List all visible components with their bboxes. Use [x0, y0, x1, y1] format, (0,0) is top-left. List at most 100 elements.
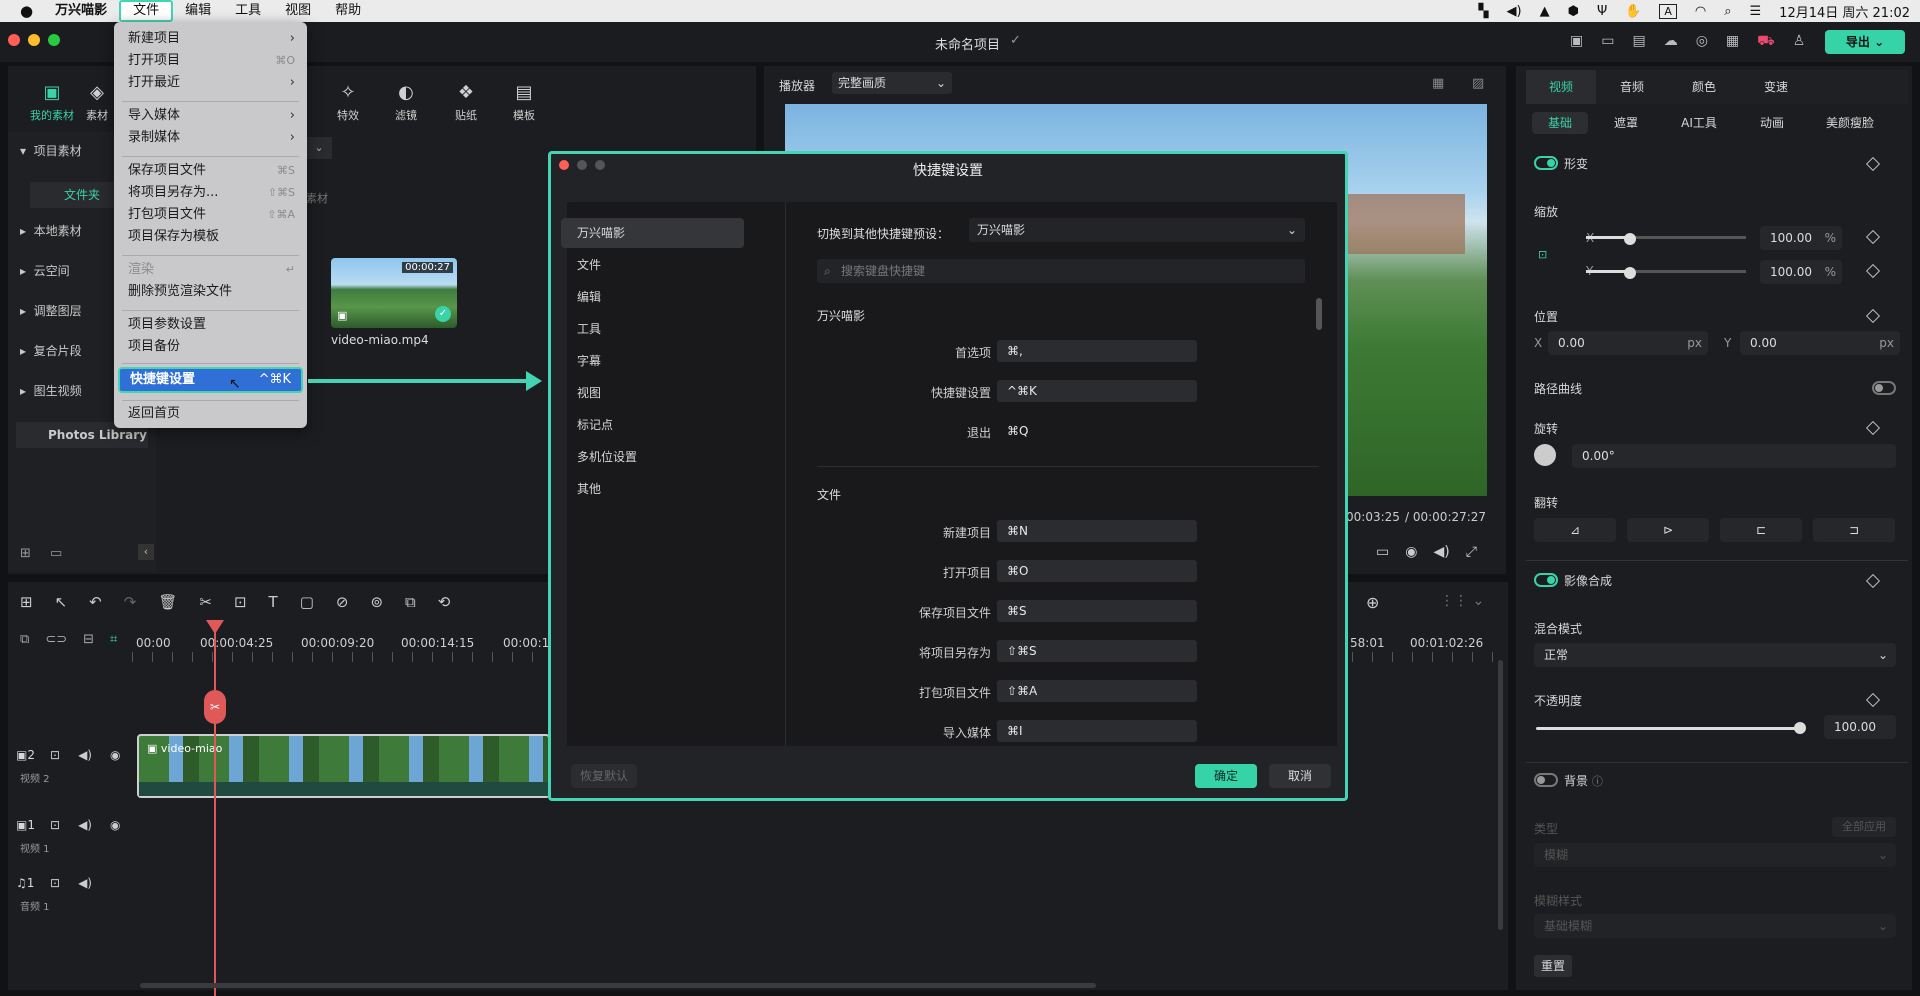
sidebar-compound[interactable]: ▸ 复合片段: [20, 342, 82, 359]
close-window-button[interactable]: [8, 34, 20, 46]
nav-file[interactable]: 文件: [561, 250, 744, 280]
apply-all-button[interactable]: 全部应用: [1832, 817, 1896, 837]
nav-tools[interactable]: 工具: [561, 314, 744, 344]
subtab-animation[interactable]: 动画: [1744, 112, 1800, 134]
eye-icon[interactable]: ◉: [110, 748, 120, 762]
menu-item-new-project[interactable]: 新建项目 ›: [128, 29, 295, 49]
background-toggle[interactable]: [1534, 773, 1558, 787]
restore-default-button[interactable]: 恢复默认: [571, 764, 637, 788]
sidebar-img2video[interactable]: ▸ 图生视频: [20, 382, 82, 399]
scale-y-field[interactable]: 100.00%: [1760, 260, 1842, 284]
export-button[interactable]: 导出 ⌄: [1825, 30, 1905, 54]
flip-horizontal-icon[interactable]: ⊿: [1534, 518, 1616, 542]
tools-icon[interactable]: Ψ: [1597, 4, 1607, 19]
mask-icon[interactable]: ⧉: [405, 593, 416, 611]
display-icon[interactable]: ▭: [1376, 544, 1389, 560]
tool-templates[interactable]: ▤ 模板: [498, 82, 550, 123]
scale-x-knob[interactable]: [1624, 233, 1636, 245]
add-track-icon[interactable]: ⧉: [20, 632, 29, 647]
nav-multicam[interactable]: 多机位设置: [561, 442, 744, 472]
tab-video[interactable]: 视频: [1526, 70, 1596, 104]
vpn-icon[interactable]: ⬢: [1568, 4, 1579, 19]
track-settings-icon[interactable]: ⋮⋮ ⌄: [1440, 593, 1484, 609]
subtab-ai-tools[interactable]: AI工具: [1664, 112, 1734, 134]
menu-item-save-as[interactable]: 将项目另存为... ⇧⌘S: [128, 183, 295, 203]
opacity-field[interactable]: 100.00: [1824, 715, 1896, 739]
opacity-knob[interactable]: [1794, 722, 1806, 734]
menu-item-render[interactable]: 渲染 ↵: [128, 260, 295, 280]
minimize-window-button[interactable]: [28, 34, 40, 46]
split-icon[interactable]: ✂: [199, 593, 212, 611]
layout-icon[interactable]: ⊞: [20, 593, 33, 611]
menu-item-home[interactable]: 返回首页: [128, 404, 295, 424]
lock-icon[interactable]: ⊡: [1538, 248, 1547, 261]
type-dropdown[interactable]: 模糊 ⌄: [1534, 843, 1896, 867]
help-icon[interactable]: ⓘ: [1592, 775, 1603, 788]
cart-icon[interactable]: ⛟: [1757, 33, 1775, 51]
lock-icon[interactable]: ⊡: [50, 818, 60, 832]
menu-view[interactable]: 视图: [273, 0, 323, 22]
crop-icon[interactable]: ⊡: [234, 593, 247, 611]
subtab-beauty[interactable]: 美颜瘦脸: [1810, 112, 1890, 134]
scale-y-knob[interactable]: [1624, 267, 1636, 279]
delete-icon[interactable]: 🗑: [158, 593, 177, 611]
sidebar-adjust-layer[interactable]: ▸ 调整图层: [20, 302, 82, 319]
tool-stock[interactable]: ◈ 素材: [82, 82, 112, 123]
redo-icon[interactable]: ↷: [124, 593, 137, 611]
player-quality-dropdown[interactable]: 完整画质 ⌄: [832, 72, 952, 94]
menu-item-pack-project[interactable]: 打包项目文件 ⇧⌘A: [128, 205, 295, 225]
cancel-button[interactable]: 取消: [1269, 764, 1331, 788]
new-folder-icon[interactable]: ⊞: [20, 546, 31, 561]
grid-icon[interactable]: ▦: [1726, 33, 1739, 51]
subtab-mask[interactable]: 遮罩: [1598, 112, 1654, 134]
menu-item-project-backup[interactable]: 项目备份: [128, 337, 295, 357]
shortcut-field[interactable]: ^⌘K: [997, 380, 1197, 402]
menu-help[interactable]: 帮助: [323, 0, 373, 22]
media-clip-thumbnail[interactable]: 00:00:27 ✓ ▣: [331, 258, 457, 328]
mute-icon[interactable]: ◀): [78, 748, 92, 762]
account-icon[interactable]: ♙: [1793, 33, 1806, 51]
ok-button[interactable]: 确定: [1195, 764, 1257, 788]
tool-my-media[interactable]: ▣ 我的素材: [26, 82, 78, 123]
rotate-right-icon[interactable]: ⊐: [1813, 518, 1895, 542]
preset-dropdown[interactable]: 万兴喵影 ⌄: [969, 218, 1305, 242]
sidebar-project-media[interactable]: ▾ 项目素材: [20, 142, 82, 159]
transform-toggle[interactable]: [1534, 156, 1558, 170]
path-curve-toggle[interactable]: [1872, 381, 1896, 395]
blend-mode-dropdown[interactable]: 正常 ⌄: [1534, 643, 1896, 667]
clock[interactable]: 12月14日 周六 21:02: [1779, 2, 1910, 21]
opacity-slider[interactable]: [1536, 722, 1806, 734]
pos-x-field[interactable]: 0.00 px: [1548, 331, 1708, 355]
drive-icon[interactable]: ▲: [1540, 4, 1550, 19]
nav-other[interactable]: 其他: [561, 474, 744, 504]
dialog-scrollbar[interactable]: [1316, 298, 1322, 330]
rotate-dial[interactable]: [1534, 444, 1556, 466]
nav-edit[interactable]: 编辑: [561, 282, 744, 312]
wifi-icon[interactable]: ◠: [1695, 4, 1706, 19]
tab-audio[interactable]: 音频: [1596, 70, 1668, 104]
reset-button[interactable]: 重置: [1534, 955, 1572, 977]
media-sort-dropdown[interactable]: ⌄: [306, 137, 332, 159]
nav-view[interactable]: 视图: [561, 378, 744, 408]
bookmark-icon[interactable]: ▚: [1479, 4, 1489, 19]
sidebar-local[interactable]: ▸ 本地素材: [20, 222, 82, 239]
folder-icon[interactable]: ▭: [50, 546, 62, 561]
menu-file[interactable]: 文件: [119, 0, 174, 22]
sidebar-cloud[interactable]: ▸ 云空间: [20, 262, 70, 279]
select-icon[interactable]: ↖: [55, 593, 68, 611]
shortcut-field[interactable]: ⌘S: [997, 600, 1197, 622]
subtab-basic[interactable]: 基础: [1532, 112, 1588, 134]
magnet-icon[interactable]: ⊟: [83, 632, 94, 647]
shortcut-field[interactable]: ⌘,: [997, 340, 1197, 362]
shortcut-field[interactable]: ⌘I: [997, 720, 1197, 742]
timeline-clip[interactable]: ▣ video-miao: [137, 734, 550, 798]
split-marker-icon[interactable]: ✂: [204, 690, 226, 724]
cloud-icon[interactable]: ☁: [1664, 33, 1678, 51]
playhead[interactable]: [214, 620, 216, 996]
shortcut-field[interactable]: ⌘Q: [997, 420, 1197, 442]
pos-y-field[interactable]: 0.00 px: [1740, 331, 1900, 355]
fullscreen-icon[interactable]: ⤢: [1466, 544, 1477, 560]
rotate-left-icon[interactable]: ⊏: [1720, 518, 1802, 542]
menu-item-import-media[interactable]: 导入媒体 ›: [128, 106, 295, 126]
shape-icon[interactable]: ▢: [300, 593, 314, 611]
